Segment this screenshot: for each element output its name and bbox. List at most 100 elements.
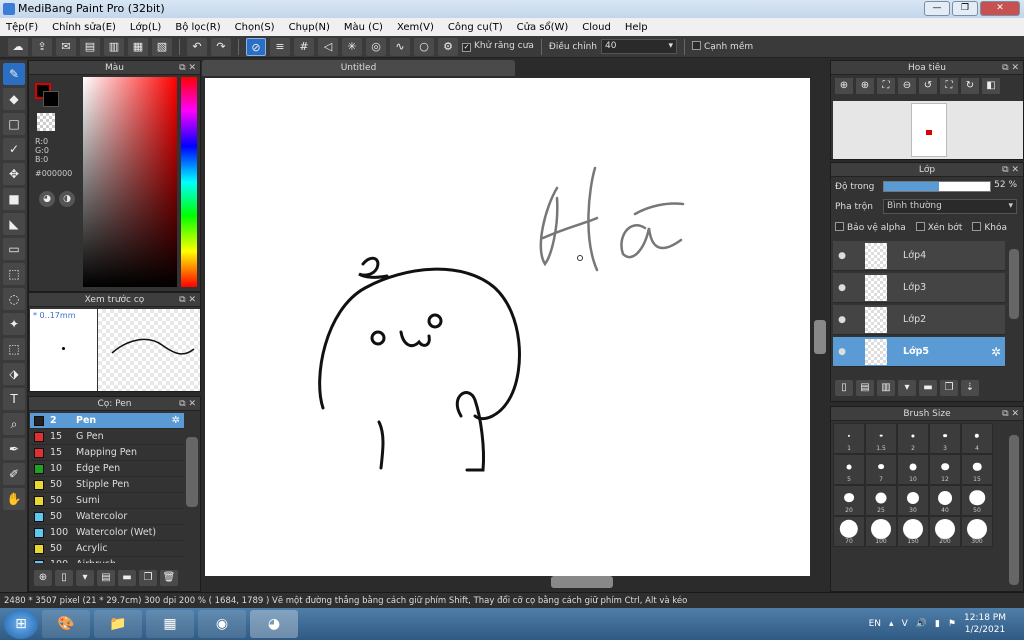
panel-close-icon[interactable]: ⧉ ✕	[179, 293, 196, 307]
lasso-tool-icon[interactable]: ◌	[3, 288, 25, 310]
paint-app-icon[interactable]: 🎨	[42, 610, 90, 638]
brush-size-cell[interactable]: 15	[961, 454, 993, 485]
adjust-select[interactable]: 40	[600, 39, 677, 54]
brush-item[interactable]: 100Airbrush	[30, 557, 184, 563]
magic-wand-tool-icon[interactable]: ✦	[3, 313, 25, 335]
brush-size-scrollbar[interactable]	[1009, 435, 1019, 585]
notification-icon[interactable]: ⚑	[948, 619, 956, 629]
brush-tool-icon[interactable]: ✎	[3, 63, 25, 85]
brush-size-cell[interactable]: 20	[833, 485, 865, 516]
zoom-icon[interactable]: ⊕	[856, 78, 874, 94]
clock[interactable]: 12:18 PM 1/2/2021	[964, 612, 1006, 636]
lock-checkbox[interactable]	[972, 221, 982, 231]
select-tool-icon[interactable]: ⬚	[3, 263, 25, 285]
material-icon[interactable]: ▧	[152, 37, 172, 56]
layer-list-scrollbar[interactable]	[1009, 249, 1019, 319]
hand-tool-icon[interactable]: ✋	[3, 488, 25, 510]
maximize-button[interactable]: ❐	[952, 1, 978, 16]
color-settings-icon[interactable]: ◑	[59, 191, 75, 207]
tray-expand-icon[interactable]: ▴	[889, 619, 894, 629]
circle-snap-icon[interactable]: ○	[414, 37, 434, 56]
brush-folder-icon[interactable]: ▬	[118, 570, 136, 586]
bucket-tool-icon[interactable]: ◣	[3, 213, 25, 235]
brush-item[interactable]: 50 Acrylic	[30, 541, 184, 557]
panel-close-icon[interactable]: ⧉ ✕	[1002, 407, 1019, 421]
brush-item[interactable]: 100 Watercolor (Wet)	[30, 525, 184, 541]
undo-icon[interactable]: ↶	[187, 37, 207, 56]
panel-close-icon[interactable]: ⧉ ✕	[179, 397, 196, 411]
fit-icon[interactable]: ⛶	[877, 78, 895, 94]
gradient-tool-icon[interactable]: ▭	[3, 238, 25, 260]
menu-help[interactable]: Help	[625, 22, 648, 33]
menu-tools[interactable]: Công cụ(T)	[448, 22, 503, 33]
layer-row[interactable]: ● Lớp2	[833, 305, 1005, 335]
panel-icon[interactable]: ▤	[80, 37, 100, 56]
brush-size-cell[interactable]: 10	[897, 454, 929, 485]
brush-size-cell[interactable]: 7	[865, 454, 897, 485]
menu-select[interactable]: Chọn(S)	[235, 22, 275, 33]
menu-layer[interactable]: Lớp(L)	[130, 22, 161, 33]
add-layer-menu-icon[interactable]: ▾	[898, 380, 916, 396]
brush-size-cell[interactable]: 70	[833, 516, 865, 547]
canvas-vertical-scrollbar[interactable]	[814, 320, 826, 354]
curve-snap-icon[interactable]: ∿	[390, 37, 410, 56]
brush-size-cell[interactable]: 150	[897, 516, 929, 547]
menu-filter[interactable]: Bộ lọc(R)	[175, 22, 220, 33]
saturation-value-picker[interactable]	[83, 77, 177, 287]
antialias-checkbox[interactable]: ✓	[462, 43, 471, 52]
divide-tool-icon[interactable]: ⌕	[3, 413, 25, 435]
network-icon[interactable]: ▮	[935, 619, 940, 629]
brush-item[interactable]: 2 Pen ✲	[30, 413, 184, 429]
brush-size-cell[interactable]: 1	[833, 423, 865, 454]
panel-close-icon[interactable]: ⧉ ✕	[1002, 61, 1019, 75]
rotate-left-icon[interactable]: ↺	[919, 78, 937, 94]
parallel-snap-icon[interactable]: ≡	[270, 37, 290, 56]
brush-item[interactable]: 10 Edge Pen	[30, 461, 184, 477]
protect-alpha-checkbox[interactable]	[835, 221, 844, 231]
snap-settings-icon[interactable]: ⚙	[438, 37, 458, 56]
perspective-snap-icon[interactable]: ◁	[318, 37, 338, 56]
comment-icon[interactable]: ✉	[56, 37, 76, 56]
menu-color[interactable]: Màu (C)	[344, 22, 383, 33]
eyedropper-tool-icon[interactable]: ✒	[3, 438, 25, 460]
transparent-swatch[interactable]	[37, 113, 55, 131]
dot-tool-icon[interactable]: ✓	[3, 138, 25, 160]
brush-item[interactable]: 50 Stipple Pen	[30, 477, 184, 493]
menu-snap[interactable]: Chụp(N)	[289, 22, 330, 33]
close-button[interactable]: ✕	[980, 1, 1020, 16]
menu-edit[interactable]: Chỉnh sửa(E)	[52, 22, 116, 33]
fullscreen-icon[interactable]: ⛶	[940, 78, 958, 94]
redo-icon[interactable]: ↷	[211, 37, 231, 56]
brush-size-cell[interactable]: 2	[897, 423, 929, 454]
volume-icon[interactable]: 🔊	[916, 619, 927, 629]
zoom-out-icon[interactable]: ⊖	[898, 78, 916, 94]
antialias-toggle[interactable]: ✓ Khử răng cưa	[462, 41, 534, 52]
brush-size-cell[interactable]: 1.5	[865, 423, 897, 454]
brush-item[interactable]: 50 Watercolor	[30, 509, 184, 525]
snap-off-icon[interactable]: ⊘	[246, 37, 266, 56]
brush-size-cell[interactable]: 300	[961, 516, 993, 547]
brush-cloud-icon[interactable]: ⊕	[34, 570, 52, 586]
lock-toggle[interactable]: Khóa	[972, 221, 1007, 233]
new-halftone-layer-icon[interactable]: ▤	[856, 380, 874, 396]
visibility-icon[interactable]: ●	[833, 347, 851, 357]
add-brush-icon[interactable]: ▾	[76, 570, 94, 586]
smooth-checkbox[interactable]	[691, 41, 701, 50]
pen-tool-icon[interactable]: ✐	[3, 463, 25, 485]
menu-cloud[interactable]: Cloud	[582, 22, 611, 33]
brush-size-cell[interactable]: 40	[929, 485, 961, 516]
new-layer-icon[interactable]: ▯	[835, 380, 853, 396]
visibility-icon[interactable]: ●	[833, 283, 851, 293]
radial-snap-icon[interactable]: ✳	[342, 37, 362, 56]
grid-snap-icon[interactable]: #	[294, 37, 314, 56]
flip-icon[interactable]: ◧	[982, 78, 1000, 94]
merge-layer-icon[interactable]: ⇣	[961, 380, 979, 396]
brush-size-cell[interactable]: 100	[865, 516, 897, 547]
opacity-slider[interactable]	[883, 181, 991, 192]
brush-size-cell[interactable]: 3	[929, 423, 961, 454]
visibility-icon[interactable]: ●	[833, 251, 851, 261]
menu-window[interactable]: Cửa sổ(W)	[517, 22, 569, 33]
visibility-icon[interactable]: ●	[833, 315, 851, 325]
brush-size-cell[interactable]: 50	[961, 485, 993, 516]
brush-copy-icon[interactable]: ▤	[97, 570, 115, 586]
